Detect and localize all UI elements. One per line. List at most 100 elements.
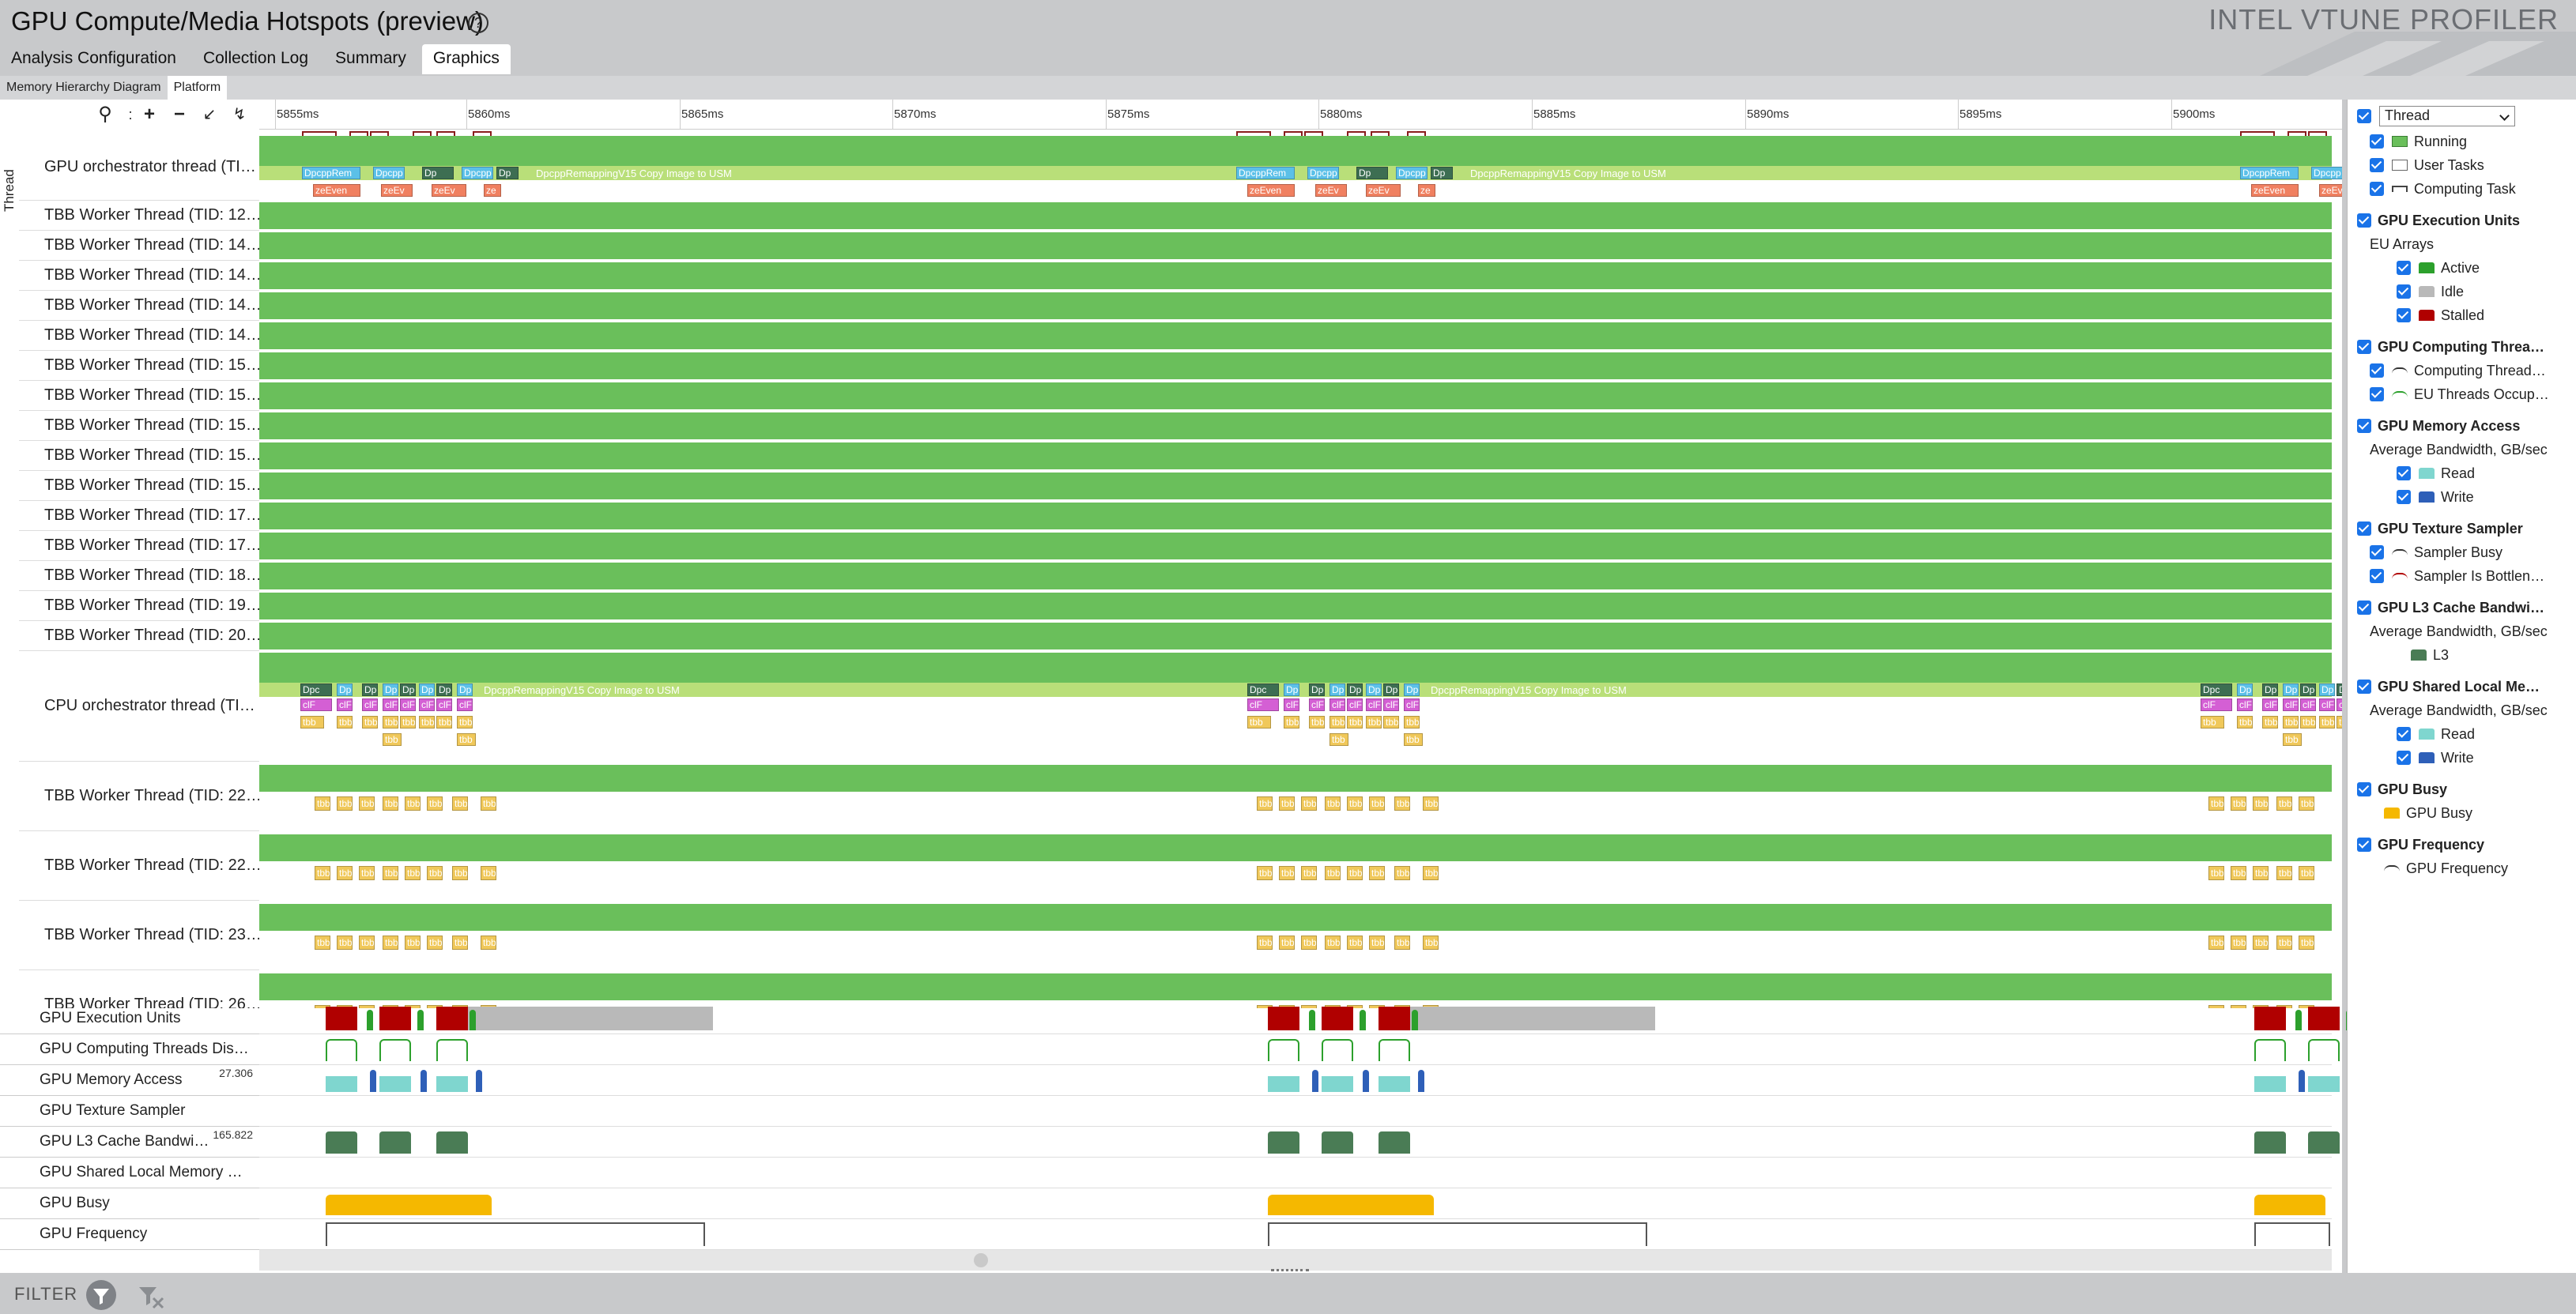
legend-checkbox[interactable]	[2397, 261, 2411, 275]
group-by-select[interactable]: Thread	[2379, 106, 2515, 126]
thread-row-label[interactable]: TBB Worker Thread (TID: 15…	[19, 441, 259, 471]
tbb-task[interactable]: tbb	[1247, 716, 1271, 729]
running-bar[interactable]	[259, 322, 2332, 349]
legend-checkbox[interactable]	[2397, 466, 2411, 480]
tbb-task[interactable]: tbb	[1279, 796, 1295, 811]
legend-item[interactable]: Read	[2397, 722, 2576, 746]
ze-task[interactable]: ze	[1418, 184, 1435, 197]
search-options[interactable]: :	[120, 104, 141, 125]
tbb-task[interactable]: tbb	[1369, 866, 1385, 880]
tbb-task[interactable]: tbb	[2276, 936, 2292, 950]
legend-checkbox[interactable]	[2357, 213, 2371, 228]
computing-task-bracket[interactable]	[349, 131, 368, 136]
tbb-task[interactable]: tbb	[427, 936, 443, 950]
computing-task-bracket[interactable]	[370, 131, 389, 136]
gpu-metric-label[interactable]: GPU Frequency	[0, 1219, 259, 1250]
legend-item[interactable]: Read	[2397, 461, 2576, 485]
tbb-task[interactable]: tbb	[1394, 936, 1410, 950]
tbb-task[interactable]: tbb	[2300, 716, 2316, 729]
tbb-task[interactable]: tbb	[1404, 716, 1420, 729]
tbb-task[interactable]: tbb	[2337, 716, 2342, 729]
thread-lane[interactable]	[259, 231, 2332, 261]
thread-lane[interactable]	[259, 351, 2332, 381]
tbb-task[interactable]: tbb	[1329, 733, 1348, 746]
tbb-task[interactable]: tbb	[2208, 866, 2224, 880]
running-bar[interactable]	[259, 623, 2332, 649]
cpu-subtask[interactable]: clF	[2283, 698, 2299, 711]
legend-item[interactable]: Stalled	[2397, 303, 2576, 327]
cpu-task[interactable]: Dpc	[1347, 683, 1363, 696]
cpu-task[interactable]: Dpc	[2201, 683, 2232, 696]
legend-item[interactable]: Write	[2397, 746, 2576, 770]
cpu-task[interactable]: Dpc	[1404, 683, 1420, 696]
tbb-task[interactable]: tbb	[481, 796, 496, 811]
tbb-task[interactable]: tbb	[1257, 866, 1273, 880]
clear-filter-icon[interactable]	[136, 1284, 168, 1311]
tbb-task[interactable]: tbb	[452, 796, 468, 811]
computing-task-bracket[interactable]	[1304, 131, 1323, 136]
tbb-task[interactable]: tbb	[1394, 796, 1410, 811]
running-bar[interactable]	[259, 136, 2332, 166]
cpu-subtask[interactable]: clF	[383, 698, 398, 711]
gpu-task[interactable]: Dpcpp	[1307, 167, 1339, 179]
tbb-task[interactable]: tbb	[2253, 796, 2269, 811]
tbb-task[interactable]: tbb	[481, 936, 496, 950]
scrollbar-thumb[interactable]	[974, 1253, 988, 1267]
gpu-metric-lane[interactable]	[259, 1096, 2332, 1127]
tbb-task[interactable]: tbb	[2201, 716, 2224, 729]
thread-row-label[interactable]: TBB Worker Thread (TID: 22…	[19, 762, 259, 831]
thread-lane[interactable]	[259, 201, 2332, 231]
ze-task[interactable]: zeEven	[2251, 184, 2299, 197]
cpu-task[interactable]: Dpc	[2283, 683, 2299, 696]
tbb-task[interactable]: tbb	[1325, 936, 1341, 950]
cpu-subtask[interactable]: clF	[436, 698, 452, 711]
legend-item[interactable]: Active	[2397, 256, 2576, 280]
tbb-task[interactable]: tbb	[1257, 796, 1273, 811]
thread-row-label[interactable]: TBB Worker Thread (TID: 20…	[19, 621, 259, 651]
cpu-task[interactable]: Dpc	[1383, 683, 1399, 696]
gpu-metric-lane[interactable]	[259, 1158, 2332, 1188]
thread-row-label[interactable]: TBB Worker Thread (TID: 14…	[19, 231, 259, 261]
thread-lane[interactable]	[259, 531, 2332, 561]
thread-lane[interactable]	[259, 291, 2332, 321]
tbb-task[interactable]: tbb	[315, 796, 330, 811]
legend-item[interactable]: Computing Task	[2370, 177, 2576, 201]
cpu-task[interactable]: Dpc	[300, 683, 332, 696]
cpu-subtask[interactable]: clF	[400, 698, 416, 711]
running-bar[interactable]	[259, 563, 2332, 589]
filter-icon[interactable]	[85, 1279, 117, 1311]
tab-analysis-configuration[interactable]: Analysis Configuration	[0, 44, 187, 74]
tbb-task[interactable]: tbb	[1301, 866, 1317, 880]
computing-task-bracket[interactable]	[2240, 131, 2275, 136]
gpu-metric-lane[interactable]	[259, 1065, 2411, 1096]
cpu-subtask[interactable]: clF	[1247, 698, 1279, 711]
tbb-task[interactable]: tbb	[2231, 866, 2246, 880]
ze-task[interactable]: zeEv	[1315, 184, 1347, 197]
legend-item[interactable]: User Tasks	[2370, 153, 2576, 177]
tbb-task[interactable]: tbb	[405, 866, 421, 880]
thread-lane[interactable]: tbbtbbtbbtbbtbbtbbtbbtbbtbbtbbtbbtbbtbbt…	[259, 831, 2332, 901]
running-bar[interactable]	[259, 834, 2332, 861]
reset-zoom-icon[interactable]: ↯	[229, 104, 250, 125]
tbb-task[interactable]: tbb	[1394, 866, 1410, 880]
tbb-task[interactable]: tbb	[383, 733, 402, 746]
subtab-memory-hierarchy-diagram[interactable]: Memory Hierarchy Diagram	[0, 76, 168, 100]
cpu-subtask[interactable]: clF	[1329, 698, 1345, 711]
thread-lane[interactable]: tbbtbbtbbtbbtbbtbbtbbtbbtbbtbbtbbtbbtbbt…	[259, 901, 2332, 970]
gpu-task[interactable]: Dp	[422, 167, 454, 179]
gpu-metric-lane[interactable]	[259, 1127, 2397, 1158]
tbb-task[interactable]: tbb	[2262, 716, 2278, 729]
help-icon[interactable]: ?	[468, 13, 488, 33]
legend-item[interactable]: Computing Thread…	[2370, 359, 2576, 382]
tbb-task[interactable]: tbb	[2231, 936, 2246, 950]
tbb-task[interactable]: tbb	[1369, 796, 1385, 811]
thread-lane[interactable]	[259, 501, 2332, 531]
gpu-metric-lane[interactable]	[259, 1003, 2404, 1034]
gpu-metric-lane[interactable]	[259, 1219, 2332, 1250]
running-bar[interactable]	[259, 412, 2332, 439]
running-bar[interactable]	[259, 292, 2332, 319]
tbb-task[interactable]: tbb	[383, 936, 398, 950]
gpu-metric-label[interactable]: GPU Shared Local Memory …	[0, 1158, 259, 1188]
thread-lane[interactable]: DpcppRem Dpcpp Dp Dpcpp Dp DpcppRemappingV15 …	[259, 131, 2342, 201]
legend-item[interactable]: L3	[2397, 643, 2576, 667]
